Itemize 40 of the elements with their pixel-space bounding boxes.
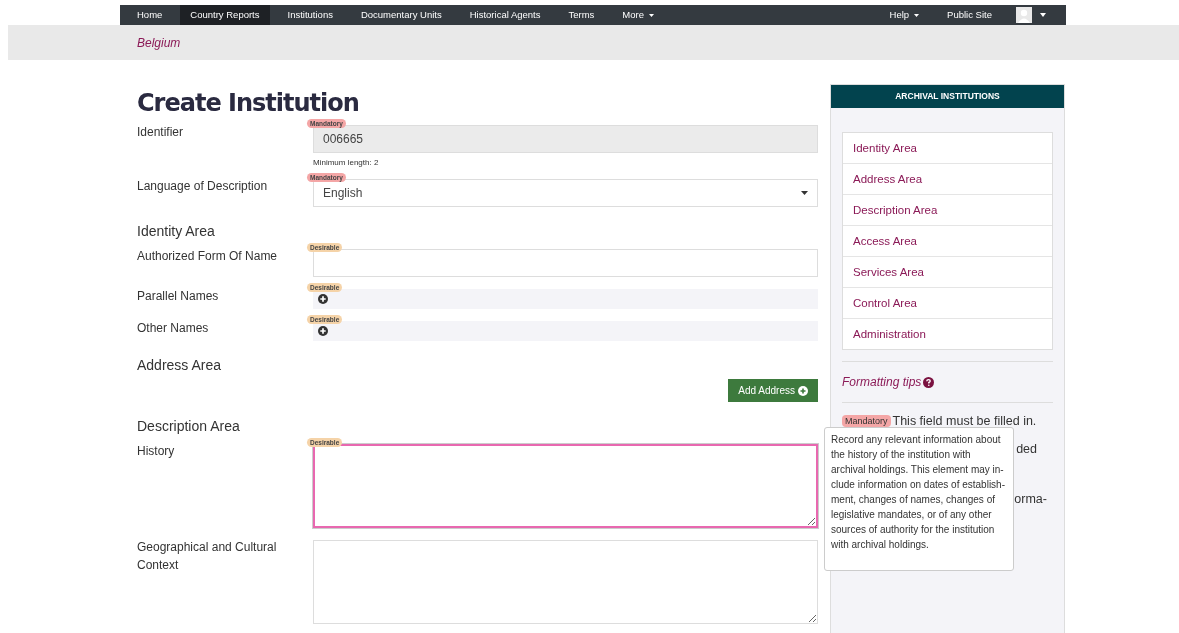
page-title: Create Institution <box>137 89 360 117</box>
tooltip-text: Record any relevant information about the history of the institution with archival holdings. This element may in-clude information on dates of establish-ment, changes of names, changes of legislative mandates, or of any other sources of authority for the institution with archival holdings. <box>831 434 1005 550</box>
sidebar-link[interactable]: Description Area <box>843 195 1052 226</box>
nav-item[interactable]: Public Site <box>937 5 1002 25</box>
help-icon[interactable] <box>923 376 935 388</box>
add-icon[interactable] <box>318 326 328 336</box>
field-label: History <box>137 443 176 460</box>
field-label: Geographical and Cultural Context <box>137 539 278 574</box>
plus-icon <box>798 385 808 396</box>
sidebar-link[interactable]: Identity Area <box>843 133 1052 164</box>
nav-item[interactable]: Institutions <box>277 5 343 25</box>
legend-text: This field must be filled in. <box>892 414 1037 428</box>
formatting-tips-link[interactable]: Formatting tips <box>842 375 922 389</box>
sidebar-link[interactable]: Address Area <box>843 164 1052 195</box>
sidebar-link[interactable]: Control Area <box>843 288 1052 319</box>
breadcrumb-link[interactable]: Belgium <box>137 35 181 50</box>
nav-item[interactable]: Historical Agents <box>459 5 551 25</box>
help-text: Minimum length: 2 <box>313 158 380 167</box>
nav-item[interactable]: Country Reports <box>180 5 270 25</box>
nav-item[interactable]: Help <box>879 5 930 25</box>
section-heading: Address Area <box>137 357 223 373</box>
legend-text: ded <box>1016 442 1037 456</box>
caret-icon <box>801 191 808 195</box>
mandatory-badge: Mandatory <box>842 415 891 427</box>
sidebar-link[interactable]: Services Area <box>843 257 1052 288</box>
text-area[interactable] <box>313 444 818 528</box>
add-icon[interactable] <box>318 294 328 304</box>
caret-icon[interactable] <box>1040 13 1046 17</box>
section-heading: Identity Area <box>137 223 216 239</box>
input-field[interactable] <box>313 249 818 277</box>
nav-item[interactable]: Documentary Units <box>350 5 452 25</box>
sidebar-link[interactable]: Administration <box>843 319 1052 349</box>
add-address-button[interactable]: Add Address <box>728 379 818 402</box>
sidebar-title: ARCHIVAL INSTITUTIONS <box>831 85 1064 108</box>
nav-item[interactable]: Home <box>127 5 173 25</box>
nav-item[interactable]: Terms <box>558 5 605 25</box>
section-heading: Description Area <box>137 418 241 434</box>
legend-text: orma- <box>1014 492 1047 506</box>
nav-item[interactable]: More <box>612 5 664 25</box>
sidebar-link[interactable]: Access Area <box>843 226 1052 257</box>
